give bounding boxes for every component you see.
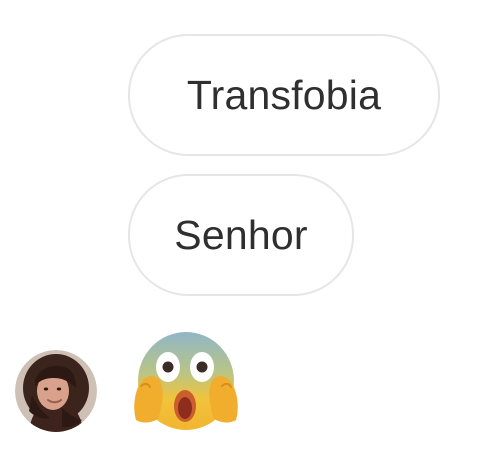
reaction-emoji[interactable] xyxy=(130,328,242,438)
message-bubble[interactable]: Transfobia xyxy=(128,34,440,156)
user-avatar-icon xyxy=(15,350,97,432)
message-text: Senhor xyxy=(174,211,308,258)
message-bubble[interactable]: Senhor xyxy=(128,174,354,296)
chat-thread: Transfobia Senhor xyxy=(0,0,481,464)
face-screaming-in-fear-icon xyxy=(134,332,238,430)
avatar[interactable] xyxy=(15,350,97,432)
message-text: Transfobia xyxy=(186,71,382,118)
